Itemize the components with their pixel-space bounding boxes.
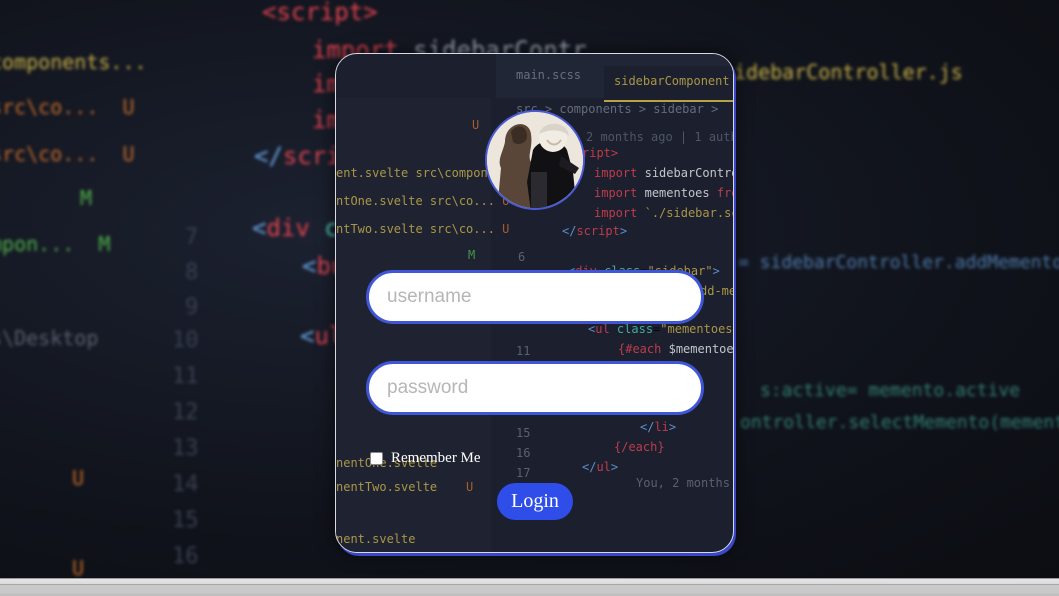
password-input[interactable] [366,361,704,415]
horizontal-scrollbar[interactable] [0,578,1059,596]
username-input[interactable] [366,270,704,324]
remember-me-checkbox[interactable] [370,452,383,465]
remember-me-label[interactable]: Remember Me [391,450,481,467]
login-button[interactable]: Login [497,483,573,520]
avatar-illustration-icon [487,112,583,208]
login-card: sidebarComponent main.scss src > compone… [335,53,734,553]
scrollbar-track[interactable] [0,584,1059,593]
remember-me-row: Remember Me [370,450,481,467]
profile-avatar [485,110,585,210]
